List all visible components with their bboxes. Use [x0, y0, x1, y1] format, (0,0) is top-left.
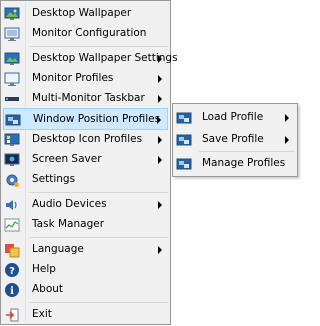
submenu-item-label: Save Profile [202, 133, 264, 145]
menu-item-monitor-profiles[interactable]: Monitor Profiles [3, 68, 168, 90]
menu-item-label: Multi-Monitor Taskbar [32, 92, 145, 104]
menu-separator [29, 192, 168, 193]
menu-separator [199, 151, 295, 152]
monitor-profiles-icon [4, 72, 20, 86]
menu-item-label: Exit [32, 308, 52, 320]
menu-item-task-manager[interactable]: Task Manager [3, 214, 168, 236]
context-menu: Desktop Wallpaper Monitor Configuration … [0, 0, 178, 326]
menu-item-language[interactable]: Language [3, 239, 168, 261]
menu-item-multi-monitor-taskbar[interactable]: Multi-Monitor Taskbar [3, 88, 168, 110]
submenu-item-save-profile[interactable]: Save Profile [175, 129, 295, 151]
info-icon: i [5, 283, 19, 297]
menu-item-label: Desktop Wallpaper Settings [32, 52, 178, 64]
menu-item-screen-saver[interactable]: Screen Saver [3, 149, 168, 171]
svg-text:i: i [10, 286, 14, 297]
menu-item-audio-devices[interactable]: Audio Devices [3, 194, 168, 216]
menu-separator [29, 237, 168, 238]
menu-item-label: Window Position Profiles [33, 113, 161, 125]
menu-item-label: Task Manager [32, 218, 105, 230]
menu-item-label: Audio Devices [32, 198, 107, 210]
submenu-arrow-icon [158, 201, 162, 209]
menu-item-window-position-profiles[interactable]: Window Position Profiles [3, 108, 168, 130]
menu-item-exit[interactable]: Exit [3, 304, 168, 326]
svg-text:?: ? [9, 266, 15, 277]
menu-item-desktop-icon-profiles[interactable]: Desktop Icon Profiles [3, 129, 168, 151]
speaker-icon [6, 200, 17, 210]
window-position-icon [5, 114, 21, 126]
monitor-config-icon [4, 27, 20, 41]
submenu-arrow-icon [158, 136, 162, 144]
help-icon: ? [5, 263, 19, 277]
menu-item-label: Monitor Configuration [32, 27, 147, 39]
submenu-arrow-icon [285, 136, 289, 144]
menu-item-monitor-configuration[interactable]: Monitor Configuration [3, 23, 168, 45]
menu-item-help[interactable]: ? Help [3, 259, 168, 281]
submenu-arrow-icon [158, 246, 162, 254]
menu-separator [29, 302, 168, 303]
manage-profiles-icon [176, 158, 192, 170]
task-manager-icon [4, 218, 20, 232]
taskbar-icon [5, 97, 19, 101]
desktop-wallpaper-icon [4, 7, 20, 20]
menu-item-label: Settings [32, 173, 76, 185]
load-profile-icon [176, 112, 192, 124]
exit-icon [6, 308, 19, 322]
submenu-arrow-icon [158, 156, 162, 164]
menu-item-label: About [32, 283, 64, 295]
submenu-item-label: Manage Profiles [202, 157, 286, 169]
submenu-arrow-icon [158, 95, 162, 103]
menu-item-about[interactable]: i About [3, 279, 168, 301]
settings-gear-icon [6, 174, 19, 187]
menu-item-desktop-wallpaper-settings[interactable]: Desktop Wallpaper Settings [3, 48, 178, 70]
submenu-item-manage-profiles[interactable]: Manage Profiles [175, 153, 295, 175]
screen-saver-icon [4, 153, 20, 166]
submenu-arrow-icon [158, 75, 162, 83]
menu-item-label: Desktop Icon Profiles [32, 133, 143, 145]
menu-item-label: Language [32, 243, 84, 255]
menu-item-label: Help [32, 263, 56, 275]
submenu-arrow-icon [158, 55, 162, 63]
wallpaper-settings-icon [4, 52, 20, 65]
menu-item-label: Desktop Wallpaper [32, 7, 132, 19]
submenu-arrow-icon [285, 114, 289, 122]
desktop-icon-profiles-icon [4, 133, 20, 146]
menu-item-label: Screen Saver [32, 153, 102, 165]
submenu-item-label: Load Profile [202, 111, 264, 123]
save-profile-icon [176, 134, 192, 146]
submenu-arrow-icon [157, 116, 161, 124]
window-position-submenu: Load Profile Save Profile Manage Profile… [172, 103, 298, 177]
language-icon [5, 244, 20, 258]
menu-item-settings[interactable]: Settings [3, 169, 168, 191]
menu-item-desktop-wallpaper[interactable]: Desktop Wallpaper [3, 3, 168, 25]
menu-separator [29, 46, 168, 47]
submenu-item-load-profile[interactable]: Load Profile [175, 107, 295, 129]
menu-item-label: Monitor Profiles [32, 72, 114, 84]
